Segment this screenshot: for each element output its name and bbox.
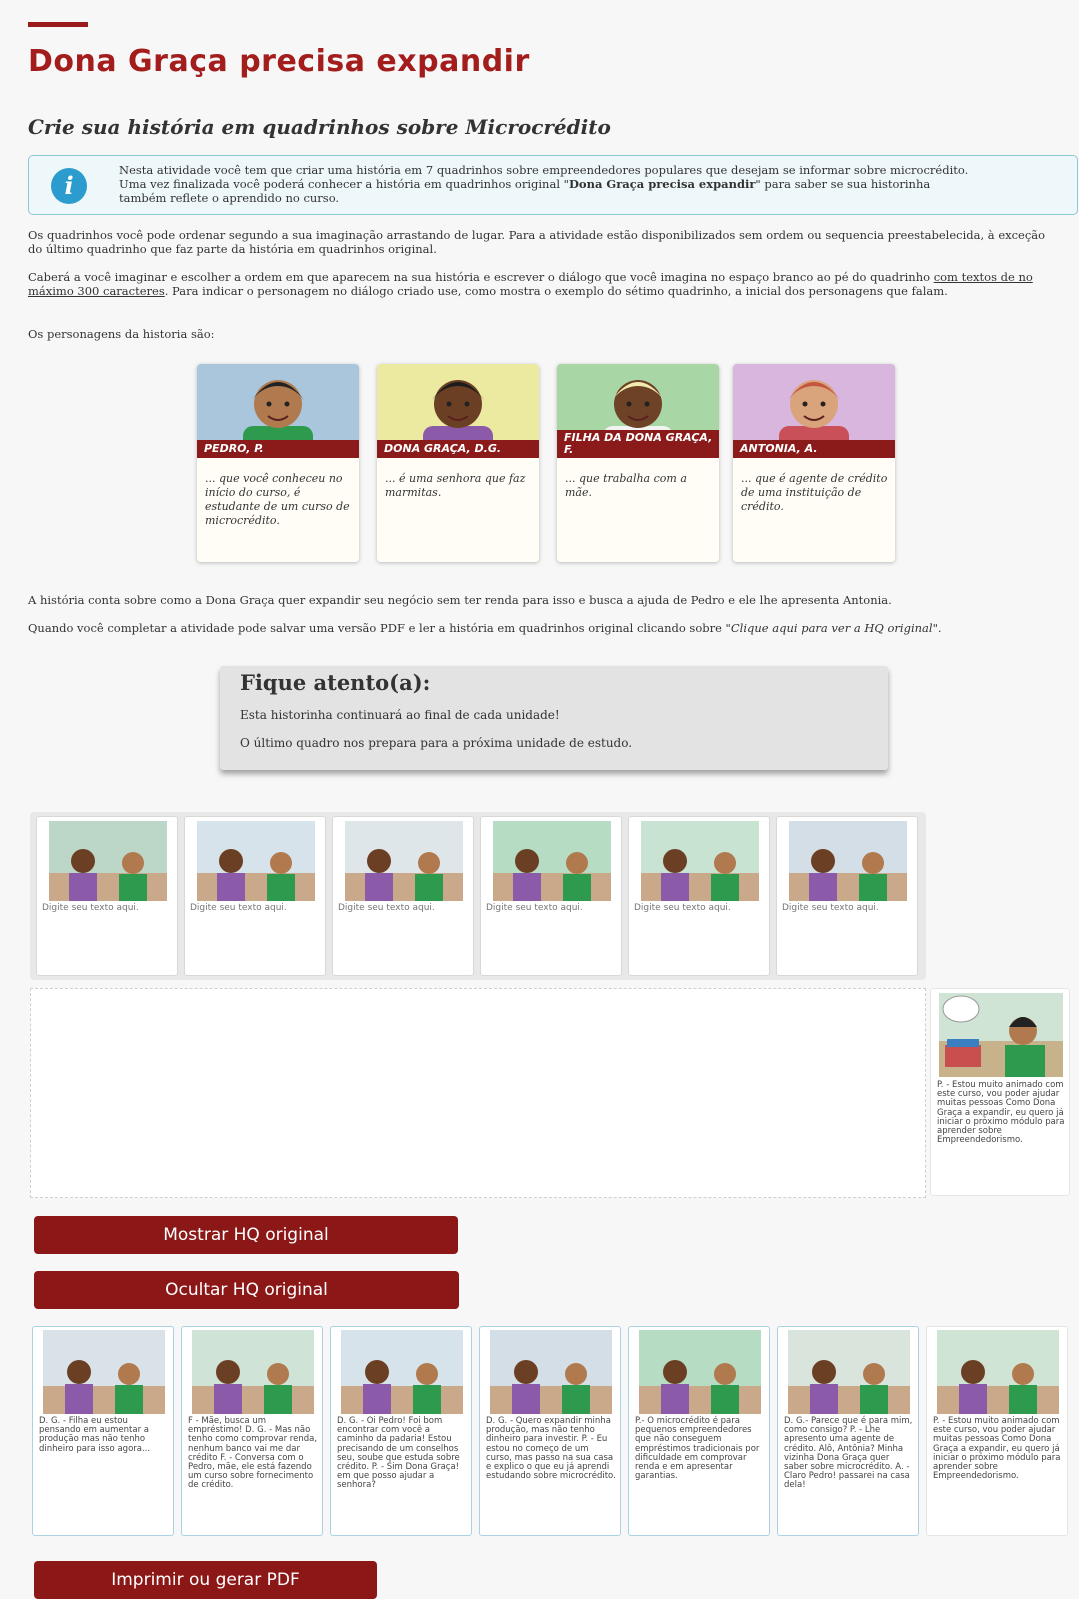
pdf-instruction: Quando você completar a atividade pode s… [28,621,942,635]
character-card: ANTONIA, A. ... que é agente de crédito d… [733,364,895,562]
comic-drop-zone[interactable] [30,988,926,1198]
print-pdf-button[interactable]: Imprimir ou gerar PDF [34,1561,377,1599]
original-comic-text: F - Mãe, busca um empréstimo! D. G. - Ma… [188,1416,318,1491]
original-comic-text: D. G.- Parece que é para mim, como consi… [784,1416,913,1491]
info-box: i Nesta atividade você tem que criar uma… [28,155,1078,215]
character-name: FILHA DA DONA GRAÇA, F. [557,430,719,458]
original-comic-panel: P. - Estou muito animado com este curso,… [926,1326,1068,1536]
character-card: FILHA DA DONA GRAÇA, F. ... que trabalha … [557,364,719,562]
final-panel-text: P. - Estou muito animado com este curso,… [937,1080,1065,1146]
final-comic-panel[interactable]: P. - Estou muito animado com este curso,… [930,988,1070,1196]
panel-text-input[interactable] [634,903,764,971]
original-comic-illustration [490,1330,612,1414]
alert-title: Fique atento(a): [240,670,431,695]
alert-box: Fique atento(a): Esta historinha continu… [220,666,888,770]
comic-panel-row [30,812,926,980]
info-icon: i [51,168,87,204]
instruction-paragraph-1: Os quadrinhos você pode ordenar segundo … [28,228,1046,256]
comic-panel[interactable] [628,816,770,976]
panel-text-input[interactable] [782,903,912,971]
original-comic-illustration [788,1330,910,1414]
instruction-paragraph-3: Os personagens da historia são: [28,327,215,341]
original-comic-text: D. G. - Quero expandir minha produção, m… [486,1416,616,1482]
comic-illustration [789,821,907,901]
character-card: DONA GRAÇA, D.G. ... é uma senhora que fa… [377,364,539,562]
panel-text-input[interactable] [42,903,172,971]
original-comic-panel: F - Mãe, busca um empréstimo! D. G. - Ma… [181,1326,323,1536]
character-description: ... é uma senhora que faz marmitas. [385,472,526,499]
original-comic-panel: D. G. - Oi Pedro! Foi bom encontrar com … [330,1326,472,1536]
comic-panel[interactable] [184,816,326,976]
comic-illustration [49,821,167,901]
original-comic-text: D. G. - Filha eu estou pensando em aumen… [39,1416,151,1454]
original-comic-panel: D. G. - Quero expandir minha produção, m… [479,1326,621,1536]
final-panel-illustration [939,993,1063,1077]
original-comic-panel: P.- O microcrédito é para pequenos empre… [628,1326,770,1536]
page-title: Dona Graça precisa expandir [28,44,530,79]
character-description: ... que é agente de crédito de uma insti… [741,472,888,513]
alert-line-1: Esta historinha continuará ao final de c… [240,708,560,722]
character-name: PEDRO, P. [197,440,359,458]
panel-text-input[interactable] [190,903,320,971]
original-comic-text: D. G. - Oi Pedro! Foi bom encontrar com … [337,1416,460,1491]
character-description: ... que você conheceu no início do curso… [205,472,350,527]
comic-panel[interactable] [332,816,474,976]
comic-illustration [345,821,463,901]
character-description: ... que trabalha com a mãe. [565,472,687,499]
accent-line [28,22,88,27]
original-comic-panel: D. G.- Parece que é para mim, como consi… [777,1326,919,1536]
page: Dona Graça precisa expandir Crie sua his… [0,0,1079,1599]
comic-panel[interactable] [776,816,918,976]
show-original-button[interactable]: Mostrar HQ original [34,1216,458,1254]
original-comic-illustration [639,1330,761,1414]
original-comic-panel: D. G. - Filha eu estou pensando em aumen… [32,1326,174,1536]
original-comic-illustration [937,1330,1059,1414]
character-name: DONA GRAÇA, D.G. [377,440,539,458]
comic-illustration [493,821,611,901]
original-comic-illustration [43,1330,165,1414]
original-comic-illustration [341,1330,463,1414]
original-comic-text: P. - Estou muito animado com este curso,… [933,1416,1061,1482]
info-text: Nesta atividade você tem que criar uma h… [119,163,969,205]
panel-text-input[interactable] [486,903,616,971]
instruction-paragraph-2: Caberá a você imaginar e escolher a orde… [28,270,1033,298]
character-card: PEDRO, P. ... que você conheceu no início… [197,364,359,562]
character-name: ANTONIA, A. [733,440,895,458]
story-summary: A história conta sobre como a Dona Graça… [28,593,892,607]
original-comic-text: P.- O microcrédito é para pequenos empre… [635,1416,760,1482]
original-comic-illustration [192,1330,314,1414]
comic-panel[interactable] [480,816,622,976]
comic-panel[interactable] [36,816,178,976]
alert-line-2: O último quadro nos prepara para a próxi… [240,736,633,750]
comic-illustration [197,821,315,901]
page-subtitle: Crie sua história em quadrinhos sobre Mi… [28,115,611,139]
comic-illustration [641,821,759,901]
hide-original-button[interactable]: Ocultar HQ original [34,1271,459,1309]
panel-text-input[interactable] [338,903,468,971]
original-comic-row: D. G. - Filha eu estou pensando em aumen… [32,1326,1072,1536]
